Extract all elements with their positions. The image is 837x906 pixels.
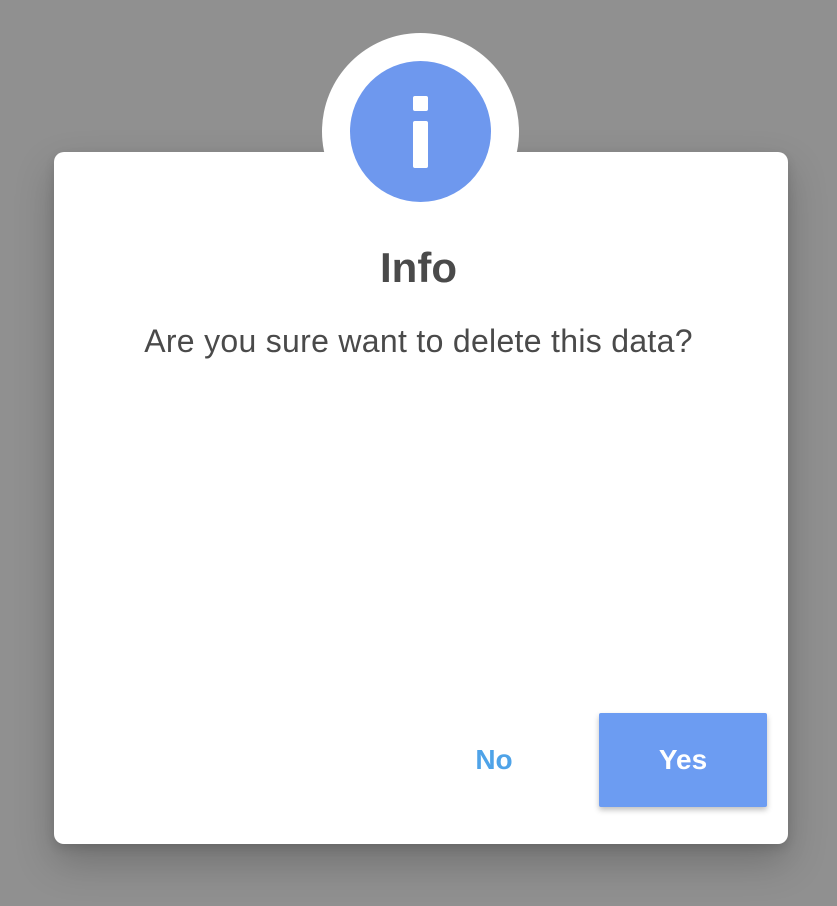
info-icon-dot	[413, 96, 428, 111]
info-icon-stem	[413, 121, 428, 168]
dialog-title: Info	[380, 244, 457, 291]
info-icon	[350, 61, 491, 202]
yes-button[interactable]: Yes	[599, 713, 767, 807]
dialog-message: Are you sure want to delete this data?	[144, 323, 693, 359]
no-button[interactable]: No	[447, 730, 541, 790]
